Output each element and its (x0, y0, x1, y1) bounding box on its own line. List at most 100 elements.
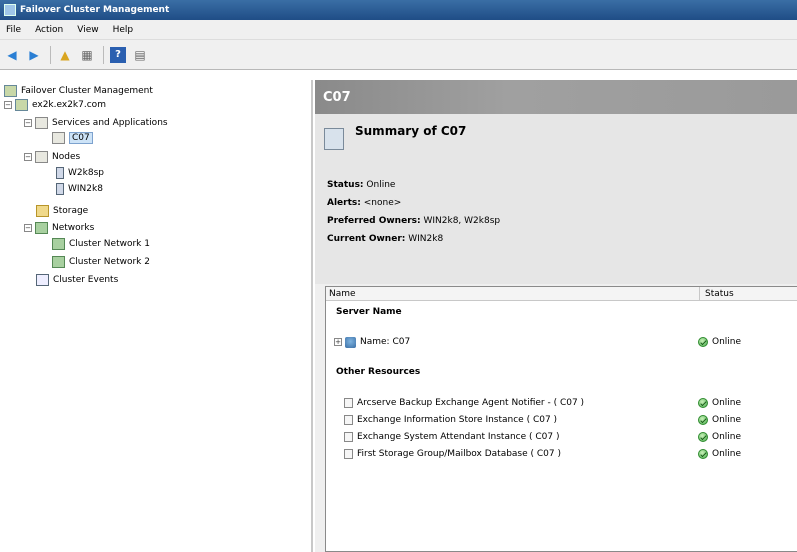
tree-node-w2k8sp[interactable]: W2k8sp (56, 166, 104, 179)
online-icon (698, 337, 708, 347)
resource-icon (344, 432, 353, 442)
table-row[interactable]: Exchange System Attendant Instance ( C07… (344, 431, 560, 443)
menu-action[interactable]: Action (35, 25, 63, 35)
tree-storage-label: Storage (53, 205, 89, 216)
tree-service-c07[interactable]: C07 (52, 131, 93, 144)
tree-network-label: Cluster Network 2 (69, 256, 150, 267)
tree-node-win2k8[interactable]: WIN2k8 (56, 182, 103, 195)
tree-cluster-label: ex2k.ex2k7.com (32, 99, 106, 110)
preferred-owners-info: Preferred Owners: WIN2k8, W2k8sp (327, 216, 500, 226)
tree-nodes[interactable]: − Nodes (24, 150, 80, 163)
row-status: Online (698, 431, 741, 443)
tree-services[interactable]: − Services and Applications (24, 116, 168, 129)
online-icon (698, 432, 708, 442)
table-row-server[interactable]: + Name: C07 (334, 336, 410, 348)
preferred-owners-label: Preferred Owners: (327, 216, 421, 226)
expand-icon[interactable]: + (334, 338, 342, 346)
row-name: Arcserve Backup Exchange Agent Notifier … (357, 398, 585, 408)
status-text: Online (712, 337, 742, 347)
services-icon (35, 116, 48, 129)
table-row[interactable]: Arcserve Backup Exchange Agent Notifier … (344, 397, 584, 409)
navigation-tree: Failover Cluster Management − ex2k.ex2k7… (0, 80, 313, 552)
tree-cluster-events[interactable]: Cluster Events (36, 273, 118, 286)
alerts-value: <none> (363, 198, 402, 208)
menu-help[interactable]: Help (113, 25, 134, 35)
status-label: Status: (327, 180, 364, 190)
preferred-owners-value: WIN2k8, W2k8sp (423, 216, 501, 226)
row-status: Online (698, 336, 741, 348)
tree-networks[interactable]: − Networks (24, 221, 94, 234)
summary-area: Summary of C07 Status: Online Alerts: <n… (315, 114, 797, 284)
back-icon[interactable]: ◀ (4, 47, 20, 63)
tree-node-label: WIN2k8 (68, 183, 103, 194)
resource-icon (344, 449, 353, 459)
resources-grid: Name Status Server Name + Name: C07 Onli… (325, 286, 797, 552)
server-icon (56, 166, 64, 179)
resource-icon (344, 415, 353, 425)
network-icon (52, 237, 65, 250)
status-text: Online (712, 432, 742, 442)
tree-network-2[interactable]: Cluster Network 2 (52, 255, 150, 268)
row-name: Name: C07 (360, 337, 411, 347)
show-hide-tree-icon[interactable]: ▦ (79, 47, 95, 63)
collapse-icon[interactable]: − (24, 223, 32, 232)
network-name-icon (345, 336, 356, 348)
tree-nodes-label: Nodes (52, 151, 81, 162)
status-text: Online (712, 449, 742, 459)
row-name: First Storage Group/Mailbox Database ( C… (357, 449, 562, 459)
collapse-icon[interactable]: − (4, 100, 12, 109)
section-server-name: Server Name (336, 307, 402, 317)
status-text: Online (712, 415, 742, 425)
status-text: Online (712, 398, 742, 408)
failover-cluster-icon (4, 84, 17, 97)
status-info: Status: Online (327, 180, 395, 190)
column-header-status[interactable]: Status (705, 289, 734, 299)
cluster-icon (15, 98, 28, 111)
details-pane: C07 Summary of C07 Status: Online Alerts… (315, 80, 797, 552)
tree-network-label: Cluster Network 1 (69, 238, 150, 249)
tree-events-label: Cluster Events (53, 274, 119, 285)
current-owner-info: Current Owner: WIN2k8 (327, 234, 443, 244)
row-name: Exchange System Attendant Instance ( C07… (357, 432, 560, 442)
row-status: Online (698, 414, 741, 426)
table-row[interactable]: Exchange Information Store Instance ( C0… (344, 414, 557, 426)
column-header-name[interactable]: Name (329, 289, 356, 299)
help-icon[interactable]: ? (110, 46, 126, 63)
online-icon (698, 398, 708, 408)
section-other-resources: Other Resources (336, 367, 421, 377)
network-icon (52, 255, 65, 268)
collapse-icon[interactable]: − (24, 118, 32, 127)
menu-bar: File Action View Help (0, 20, 797, 40)
toolbar-separator (50, 45, 51, 64)
storage-icon (36, 204, 49, 217)
forward-icon[interactable]: ▶ (26, 47, 42, 63)
toolbar-separator (103, 45, 104, 64)
toolbar: ◀ ▶ ▲ ▦ ? ▤ (0, 40, 797, 70)
service-summary-icon (324, 128, 344, 150)
current-owner-value: WIN2k8 (408, 234, 444, 244)
tree-networks-label: Networks (52, 222, 95, 233)
summary-title: Summary of C07 (355, 124, 467, 138)
row-status: Online (698, 397, 741, 409)
pane-header-title: C07 (323, 89, 351, 105)
table-row[interactable]: First Storage Group/Mailbox Database ( C… (344, 448, 561, 460)
collapse-icon[interactable]: − (24, 152, 32, 161)
tree-storage[interactable]: Storage (36, 204, 88, 217)
networks-icon (35, 221, 48, 234)
up-folder-icon[interactable]: ▲ (57, 47, 73, 63)
tree-cluster[interactable]: − ex2k.ex2k7.com (4, 98, 106, 111)
column-divider[interactable] (699, 287, 700, 301)
online-icon (698, 449, 708, 459)
properties-icon[interactable]: ▤ (132, 47, 148, 63)
cluster-events-icon (36, 273, 49, 286)
current-owner-label: Current Owner: (327, 234, 406, 244)
server-icon (56, 182, 64, 195)
tree-root[interactable]: Failover Cluster Management (4, 84, 153, 97)
cluster-app-icon (4, 4, 16, 16)
tree-root-label: Failover Cluster Management (21, 85, 153, 96)
nodes-icon (35, 150, 48, 163)
menu-file[interactable]: File (6, 25, 21, 35)
alerts-label: Alerts: (327, 198, 361, 208)
menu-view[interactable]: View (77, 25, 98, 35)
tree-network-1[interactable]: Cluster Network 1 (52, 237, 150, 250)
